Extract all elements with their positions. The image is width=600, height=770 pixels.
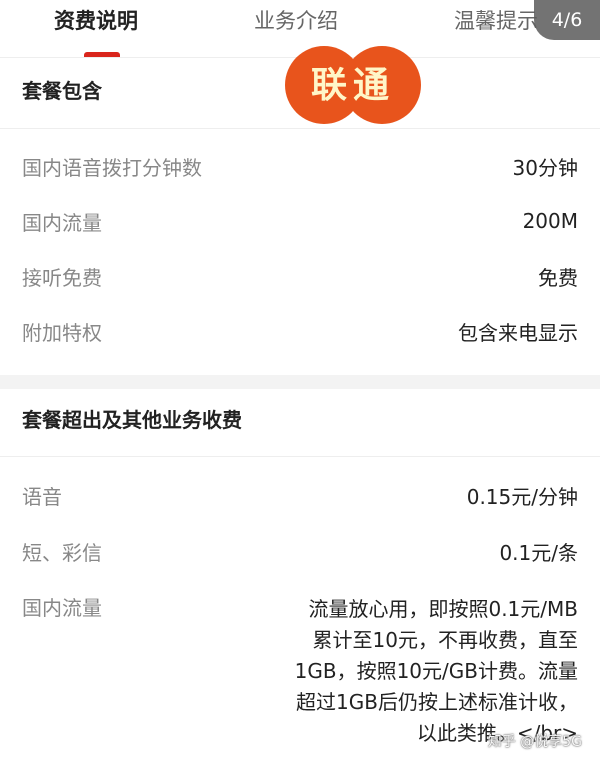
logo-text: 联通 [310,64,395,106]
description-line: 超过1GB后仍按上述标准计收， [296,690,578,714]
overage-data-description: 流量放心用，即按照0.1元/MB 累计至10元，不再收费，直至 1GB，按照10… [268,594,578,749]
description-line: 1GB，按照10元/GB计费。流量 [294,659,578,683]
row-label-sms-mms: 短、彩信 [22,541,102,565]
row-label-voice-minutes: 国内语音拨打分钟数 [22,156,202,180]
row-label-overage-data: 国内流量 [22,596,102,620]
row-value-voice-minutes: 30分钟 [512,156,578,180]
row-label-extra-privilege: 附加特权 [22,321,102,345]
row-value-free-answer: 免费 [538,266,578,290]
section-gap [0,375,600,389]
tab-tips[interactable]: 温馨提示 [454,6,538,36]
unicom-logo: 联通 [285,46,421,124]
row-label-free-answer: 接听免费 [22,266,102,290]
row-label-domestic-data: 国内流量 [22,211,102,235]
row-value-domestic-data: 200M [522,209,578,233]
description-line: 累计至10元，不再收费，直至 [312,628,578,652]
image-pager-counter: 4/6 [534,0,600,40]
row-value-voice: 0.15元/分钟 [466,485,578,509]
tab-fee-description[interactable]: 资费说明 [54,6,138,36]
row-value-extra-privilege: 包含来电显示 [458,321,578,345]
row-value-sms-mms: 0.1元/条 [499,541,578,565]
overage-section-title: 套餐超出及其他业务收费 [22,408,242,432]
row-label-voice: 语音 [22,485,62,509]
divider [0,128,600,129]
divider [0,456,600,457]
zhihu-watermark: 知乎 @悦享5G [487,734,582,750]
tab-service-intro[interactable]: 业务介绍 [254,6,338,36]
description-line: 流量放心用，即按照0.1元/MB [308,597,578,621]
package-section-title: 套餐包含 [22,79,102,103]
active-tab-indicator [84,52,120,57]
